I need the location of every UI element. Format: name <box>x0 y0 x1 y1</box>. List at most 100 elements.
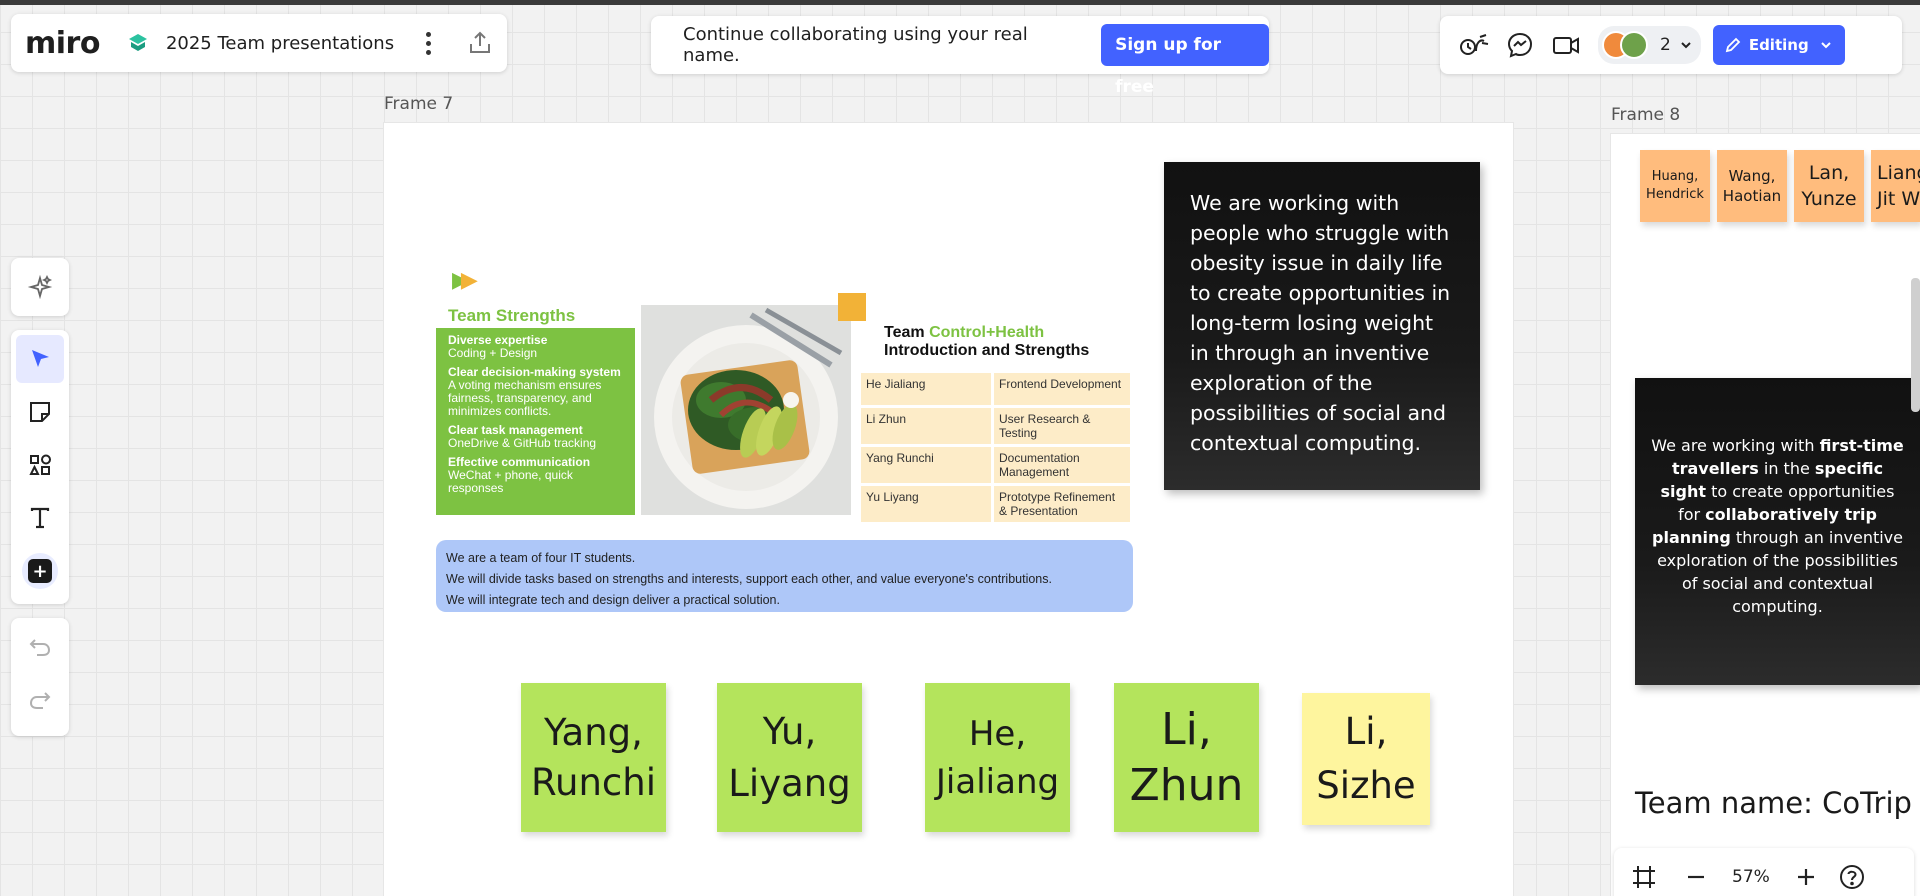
ai-panel <box>11 258 69 316</box>
zoom-out-icon[interactable] <box>1682 863 1710 891</box>
text-icon[interactable] <box>16 494 64 542</box>
frame-icon[interactable] <box>1630 863 1658 891</box>
sticky-line: Huang, <box>1651 169 1699 184</box>
ai-sparkle-icon[interactable] <box>16 263 64 311</box>
undo-icon[interactable] <box>16 623 64 671</box>
strengths-box: Diverse expertise Coding + Design Clear d… <box>436 328 635 515</box>
signup-button[interactable]: Sign up for free <box>1101 24 1269 97</box>
more-icon[interactable] <box>418 28 438 58</box>
sticky-note[interactable]: Yang, Runchi <box>521 683 666 832</box>
orange-square <box>838 293 866 321</box>
reactions-icon[interactable] <box>1458 29 1490 61</box>
sticky-note-icon[interactable] <box>16 388 64 436</box>
sticky-note[interactable]: Liang Jit W <box>1871 150 1920 222</box>
sticky-line: Jit W <box>1877 188 1920 210</box>
signup-banner: Continue collaborating using your real n… <box>651 16 1269 97</box>
collab-bar: 2 Editing <box>1440 16 1902 74</box>
table-row: Li Zhun User Research & Testing <box>861 408 1130 444</box>
strength-detail: OneDrive & GitHub tracking <box>448 436 597 450</box>
roles-table: He Jialiang Frontend Development Li Zhun U… <box>858 370 1133 525</box>
sticky-line: Runchi <box>530 760 657 804</box>
sticky-line: Li, <box>1344 710 1388 753</box>
member-role: Frontend Development <box>994 373 1130 405</box>
share-icon[interactable] <box>466 29 494 57</box>
member-name: He Jialiang <box>861 373 991 405</box>
problem-statement-text: We are working with people who struggle … <box>1190 191 1451 455</box>
help-icon[interactable] <box>1838 863 1866 891</box>
select-arrow-icon[interactable] <box>16 335 64 383</box>
video-icon[interactable] <box>1550 29 1582 61</box>
summary-line: We will divide tasks based on strengths … <box>446 572 1052 586</box>
miro-logo[interactable]: miro <box>25 26 100 61</box>
chevron-down-icon <box>1681 42 1691 49</box>
sticky-line: Hendrick <box>1646 187 1704 202</box>
sticky-line: He, <box>968 713 1027 754</box>
editing-mode-button[interactable]: Editing <box>1712 25 1845 65</box>
intro-title-highlight: Control+Health <box>929 324 1045 341</box>
editing-label: Editing <box>1748 36 1809 54</box>
board-bar: miro 2025 Team presentations <box>11 14 507 72</box>
banner-text: Continue collaborating using your real n… <box>683 24 1028 66</box>
member-role: User Research & Testing <box>994 408 1130 444</box>
member-name: Yang Runchi <box>861 447 991 483</box>
sticky-line: Yu, <box>762 709 817 753</box>
zoom-level[interactable]: 57% <box>1732 867 1770 887</box>
card-text: in the <box>1758 459 1815 478</box>
add-icon[interactable]: + <box>16 547 64 595</box>
problem-statement-card[interactable]: We are working with people who struggle … <box>1164 162 1480 490</box>
table-row: He Jialiang Frontend Development <box>861 373 1130 405</box>
redo-icon[interactable] <box>16 676 64 724</box>
strength-detail: A voting mechanism ensures fairness, tra… <box>448 378 602 418</box>
sticky-note[interactable]: He, Jialiang <box>925 683 1070 832</box>
sticky-line: Li, <box>1161 703 1212 755</box>
strength-detail: Coding + Design <box>448 346 538 360</box>
member-role: Documentation Management <box>994 447 1130 483</box>
problem-statement-card-2[interactable]: We are working with first-time traveller… <box>1635 378 1920 685</box>
sticky-line: Lan, <box>1808 162 1850 184</box>
board-title[interactable]: 2025 Team presentations <box>166 33 394 54</box>
member-name: Li Zhun <box>861 408 991 444</box>
strengths-title: Team Strengths <box>448 306 576 325</box>
sticky-note[interactable]: Li, Sizhe <box>1302 693 1430 825</box>
sticky-line: Yang, <box>544 710 643 754</box>
pencil-icon <box>1725 37 1741 53</box>
arrows-icon: ▶▶ <box>452 268 478 293</box>
team-name-text[interactable]: Team name: CoTrip <box>1635 786 1912 820</box>
vertical-scrollbar[interactable] <box>1911 278 1920 412</box>
intro-title: Team Control+Health Introduction and Str… <box>884 324 1089 360</box>
member-name: Yu Liyang <box>861 486 991 522</box>
food-photo <box>641 305 851 515</box>
summary-line: We are a team of four IT students. <box>446 551 636 565</box>
frame-7-label[interactable]: Frame 7 <box>384 94 453 114</box>
sticky-line: Zhun <box>1129 759 1244 811</box>
history-panel <box>11 618 69 736</box>
tools-panel: + <box>11 330 69 604</box>
top-strip <box>0 0 1920 5</box>
sticky-note[interactable]: Wang, Haotian <box>1717 150 1787 222</box>
intro-title-prefix: Team <box>884 324 930 341</box>
strength-detail: WeChat + phone, quick responses <box>448 468 573 495</box>
shapes-icon[interactable] <box>16 441 64 489</box>
collaborators-button[interactable]: 2 <box>1598 26 1701 64</box>
comments-icon[interactable] <box>1504 29 1536 61</box>
member-role: Prototype Refinement & Presentation <box>994 486 1130 522</box>
sticky-line: Haotian <box>1722 187 1782 205</box>
board-icon <box>128 34 147 51</box>
sticky-line: Jialiang <box>935 761 1060 802</box>
sticky-line: Liang <box>1877 162 1920 184</box>
sticky-note[interactable]: Yu, Liyang <box>717 683 862 832</box>
team-intro-slide[interactable]: ▶▶ Team Strengths Diverse expertise Codin… <box>436 262 1133 612</box>
zoom-in-icon[interactable] <box>1792 863 1820 891</box>
collaborator-count: 2 <box>1660 35 1671 55</box>
sticky-note[interactable]: Li, Zhun <box>1114 683 1259 832</box>
zoom-bar: 57% <box>1614 848 1914 896</box>
chevron-down-icon <box>1820 42 1831 49</box>
sticky-note[interactable]: Huang, Hendrick <box>1640 150 1710 222</box>
intro-title-line2: Introduction and Strengths <box>884 342 1090 359</box>
frame-8-label[interactable]: Frame 8 <box>1611 105 1680 125</box>
avatar <box>1620 31 1648 59</box>
sticky-line: Wang, <box>1728 167 1776 185</box>
table-row: Yu Liyang Prototype Refinement & Presenta… <box>861 486 1130 522</box>
sticky-note[interactable]: Lan, Yunze <box>1794 150 1864 222</box>
sticky-line: Yunze <box>1801 188 1857 210</box>
